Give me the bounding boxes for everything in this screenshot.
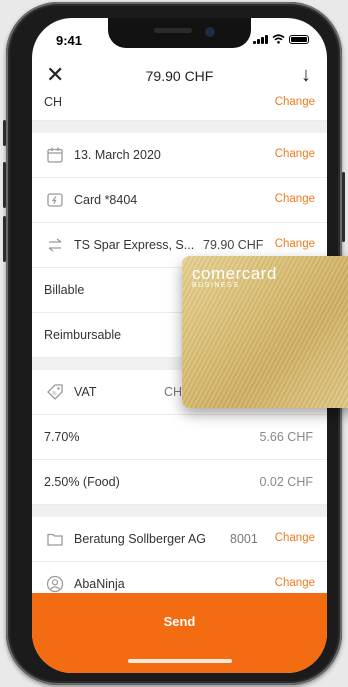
wifi-icon [272, 34, 285, 44]
project-row[interactable]: Beratung Sollberger AG 8001 Change [32, 517, 327, 562]
home-indicator [128, 659, 232, 663]
mute-switch [3, 120, 6, 146]
camera [205, 27, 215, 37]
date-label: 13. March 2020 [74, 148, 161, 162]
battery-icon [289, 34, 309, 44]
vat-label: VAT [74, 385, 97, 399]
contact-label: AbaNinja [74, 577, 125, 591]
billable-label: Billable [44, 283, 85, 297]
status-icons [253, 34, 309, 44]
vat-line-label: 2.50% (Food) [44, 475, 120, 489]
tag-icon: % [46, 383, 64, 401]
status-time: 9:41 [56, 33, 83, 48]
send-button[interactable]: Send [32, 593, 327, 673]
partial-row: CH Change [32, 92, 327, 121]
transfer-arrows-icon [46, 236, 64, 254]
merchant-label: TS Spar Express, S... [74, 238, 195, 252]
card-row[interactable]: Card *8404 Change [32, 178, 327, 223]
date-change-link[interactable]: Change [275, 148, 315, 160]
speaker [154, 28, 192, 33]
vat-line-value: 5.66 CHF [259, 430, 314, 444]
project-label: Beratung Sollberger AG [74, 532, 207, 546]
project-code: 8001 [230, 532, 258, 546]
user-icon [46, 575, 64, 593]
vat-line-row: 2.50% (Food) 0.02 CHF [32, 460, 327, 505]
date-row[interactable]: 13. March 2020 Change [32, 133, 327, 178]
section-divider [32, 505, 327, 517]
power-button [342, 172, 345, 242]
comercard-card-image: comercard BUSINESS [182, 256, 348, 408]
project-change-link[interactable]: Change [275, 532, 315, 544]
card-label: Card *8404 [74, 193, 138, 207]
volume-up-button [3, 162, 6, 208]
merchant-amount: 79.90 CHF [203, 238, 264, 252]
merchant-change-link[interactable]: Change [275, 238, 315, 250]
signal-icon [253, 34, 268, 44]
volume-down-button [3, 216, 6, 262]
vat-line-label: 7.70% [44, 430, 80, 444]
calendar-icon [46, 146, 64, 164]
notch [108, 18, 251, 48]
vat-line-row: 7.70% 5.66 CHF [32, 415, 327, 460]
card-brand: comercard [192, 264, 277, 283]
arrow-down-icon[interactable]: ↓ [301, 64, 311, 86]
contact-change-link[interactable]: Change [275, 577, 315, 589]
folder-icon [46, 530, 64, 548]
card-icon [46, 191, 64, 209]
vat-currency: CH [164, 385, 183, 399]
card-change-link[interactable]: Change [275, 193, 315, 205]
partial-row-label: CH [44, 95, 63, 109]
partial-change-link[interactable]: Change [275, 96, 315, 108]
header: ✕ 79.90 CHF ↓ [32, 56, 327, 96]
section-divider [32, 121, 327, 133]
svg-text:%: % [52, 391, 57, 397]
header-title: 79.90 CHF [145, 68, 214, 84]
reimbursable-label: Reimbursable [44, 328, 122, 342]
card-subtitle: BUSINESS [192, 282, 240, 289]
send-button-label: Send [163, 614, 196, 629]
vat-line-value: 0.02 CHF [259, 475, 314, 489]
